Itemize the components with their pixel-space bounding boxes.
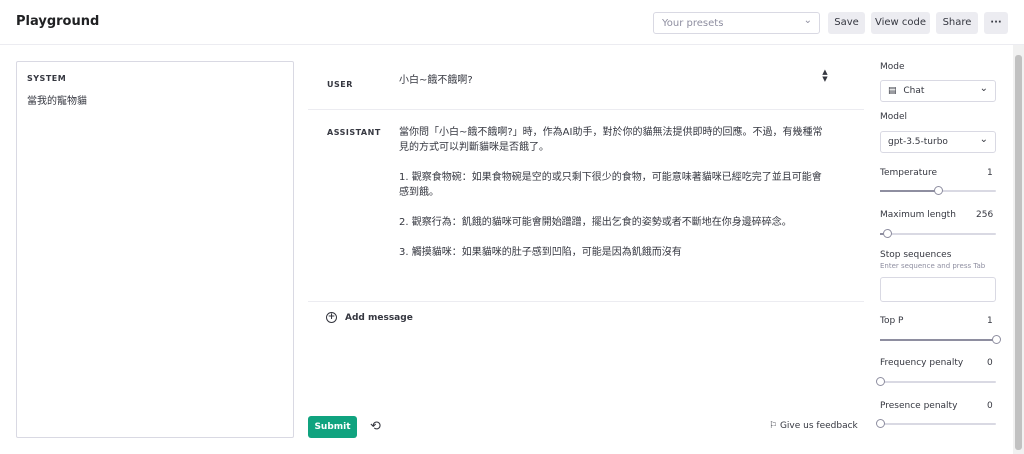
temperature-slider[interactable] <box>880 186 996 195</box>
assistant-paragraph: 當你問「小白~餓不餓啊?」時，作為AI助手，對於你的貓無法提供即時的回應。不過，… <box>399 127 823 153</box>
add-message-button[interactable]: + Add message <box>326 312 413 323</box>
max-length-value[interactable]: 256 <box>976 210 993 220</box>
page-title: Playground <box>16 14 100 29</box>
mode-value: Chat <box>903 86 925 96</box>
presence-penalty-slider[interactable] <box>876 419 996 428</box>
presets-placeholder: Your presets <box>662 18 724 29</box>
user-message-text[interactable]: 小白~餓不餓啊? <box>399 71 473 86</box>
scrollbar-thumb[interactable] <box>1015 55 1022 450</box>
model-select[interactable]: gpt-3.5-turbo ⌄ <box>880 131 996 153</box>
more-icon[interactable]: ··· <box>984 12 1008 34</box>
slider-thumb[interactable] <box>876 377 885 386</box>
presence-penalty-value[interactable]: 0 <box>987 401 993 411</box>
feedback-link[interactable]: ⚐ Give us feedback <box>769 421 858 431</box>
slider-thumb[interactable] <box>992 335 1001 344</box>
temperature-value[interactable]: 1 <box>987 168 993 178</box>
assistant-paragraph: 1. 觀察食物碗：如果食物碗是空的或只剩下很少的食物，可能意味著貓咪已經吃完了並… <box>399 172 822 198</box>
chevron-down-icon: ⌄ <box>979 134 988 145</box>
view-code-button[interactable]: View code <box>871 12 930 34</box>
top-p-value[interactable]: 1 <box>987 316 993 326</box>
add-message-label: Add message <box>345 313 413 323</box>
slider-thumb[interactable] <box>876 419 885 428</box>
model-value: gpt-3.5-turbo <box>888 137 948 147</box>
divider <box>308 301 864 302</box>
submit-button[interactable]: Submit <box>308 416 357 438</box>
user-role-label[interactable]: USER <box>327 80 353 89</box>
model-label: Model <box>880 112 908 122</box>
presence-penalty-label: Presence penalty <box>880 401 958 411</box>
assistant-paragraph: 2. 觀察行為：飢餓的貓咪可能會開始蹭蹭，擺出乞食的姿勢或者不斷地在你身邊碎碎念… <box>399 217 792 228</box>
temperature-label: Temperature <box>880 168 938 178</box>
scrollbar[interactable] <box>1013 45 1024 454</box>
stepper-icon[interactable]: ▲ ▼ <box>820 69 830 85</box>
mode-select[interactable]: ▤ Chat ⌄ <box>880 80 996 102</box>
presets-select[interactable]: Your presets ⌄ <box>653 12 820 34</box>
chat-icon: ▤ <box>888 86 897 96</box>
divider <box>308 109 864 110</box>
max-length-slider[interactable] <box>880 229 996 238</box>
top-bar: Playground Your presets ⌄ Save View code… <box>0 0 1024 45</box>
assistant-message-text[interactable]: 當你問「小白~餓不餓啊?」時，作為AI助手，對於你的貓無法提供即時的回應。不過，… <box>399 125 829 260</box>
slider-thumb[interactable] <box>934 186 943 195</box>
assistant-paragraph: 3. 觸摸貓咪：如果貓咪的肚子感到凹陷，可能是因為飢餓而沒有 <box>399 247 682 258</box>
feedback-label: Give us feedback <box>779 421 858 431</box>
top-p-label: Top P <box>880 316 904 326</box>
slider-thumb[interactable] <box>882 229 892 238</box>
max-length-label: Maximum length <box>880 210 956 220</box>
stop-sequences-hint: Enter sequence and press Tab <box>880 262 986 270</box>
chevron-down-icon: ⌄ <box>803 15 812 26</box>
flag-icon: ⚐ <box>769 421 778 431</box>
chevron-down-icon: ⌄ <box>979 83 988 94</box>
slider-fill <box>880 190 938 192</box>
history-icon[interactable]: ⟲ <box>370 420 381 434</box>
assistant-role-label[interactable]: ASSISTANT <box>327 128 381 137</box>
system-panel[interactable]: SYSTEM 當我的寵物貓 <box>16 61 294 438</box>
slider-fill <box>880 339 996 341</box>
frequency-penalty-value[interactable]: 0 <box>987 358 993 368</box>
system-text[interactable]: 當我的寵物貓 <box>27 92 283 107</box>
stop-sequences-label: Stop sequences <box>880 250 952 260</box>
frequency-penalty-label: Frequency penalty <box>880 358 964 368</box>
system-label: SYSTEM <box>27 74 67 83</box>
share-button[interactable]: Share <box>936 12 978 34</box>
stop-sequences-input[interactable] <box>880 277 996 302</box>
mode-label: Mode <box>880 62 905 72</box>
top-p-slider[interactable] <box>880 335 1001 344</box>
plus-circle-icon: + <box>326 312 337 323</box>
frequency-penalty-slider[interactable] <box>876 377 996 386</box>
save-button[interactable]: Save <box>828 12 865 34</box>
